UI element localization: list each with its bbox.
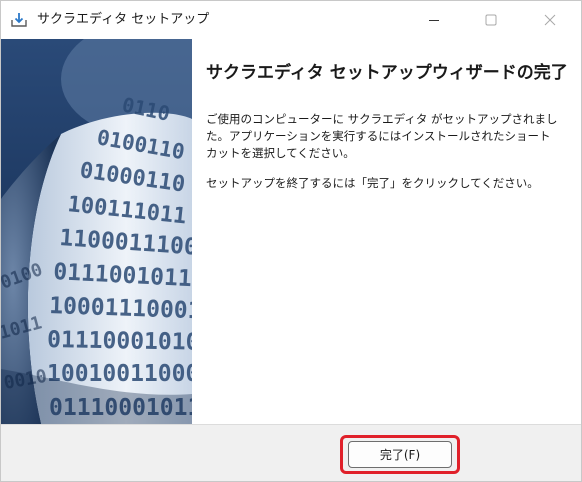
window-title: サクラエディタ セットアップ xyxy=(37,12,210,27)
message-line: た。アプリケーションを実行するにはインストールされたショート xyxy=(206,129,551,143)
installer-icon xyxy=(11,13,27,27)
title-bar: サクラエディタ セットアップ xyxy=(1,1,581,39)
instruction-line: セットアップを終了するには「完了」をクリックしてください。 xyxy=(206,176,539,190)
wizard-banner-image: 0110 0100110 01000110 100111011 11000111… xyxy=(1,39,192,424)
page-title: サクラエディタ セットアップウィザードの完了 xyxy=(206,63,568,83)
maximize-button[interactable] xyxy=(464,1,518,39)
minimize-button[interactable] xyxy=(407,1,461,39)
completion-message: ご使用のコンピューターに サクラエディタ がセットアップされまし た。アプリケー… xyxy=(206,111,568,162)
finish-button[interactable]: 完了(F) xyxy=(348,441,452,468)
button-bar: 完了(F) xyxy=(1,424,581,481)
svg-text:01110001010: 01110001010 xyxy=(47,327,192,356)
close-icon xyxy=(544,14,556,26)
message-line: カットを選択してください。 xyxy=(206,146,355,160)
message-line: ご使用のコンピューターに サクラエディタ がセットアップされまし xyxy=(206,112,558,126)
close-button[interactable] xyxy=(523,1,577,39)
svg-text:10001110001: 10001110001 xyxy=(49,293,192,324)
maximize-icon xyxy=(485,14,497,26)
finish-instruction: セットアップを終了するには「完了」をクリックしてください。 xyxy=(206,175,568,192)
wizard-content: サクラエディタ セットアップウィザードの完了 ご使用のコンピューターに サクラエ… xyxy=(192,39,581,424)
setup-window: サクラエディタ セットアップ 0110 0100110 01000110 100… xyxy=(0,0,582,482)
minimize-icon xyxy=(429,20,439,21)
